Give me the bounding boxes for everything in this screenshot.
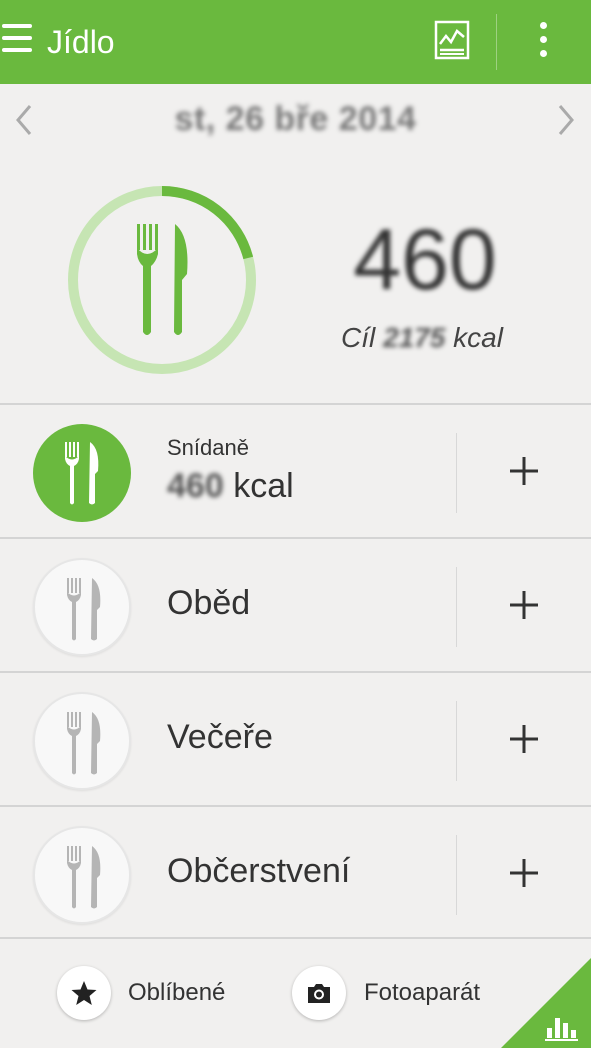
fork-knife-icon: [137, 224, 188, 335]
meal-row-dinner[interactable]: Večeře: [0, 671, 591, 805]
add-lunch-button[interactable]: [492, 569, 556, 641]
meal-avatar: [33, 692, 131, 790]
fork-knife-icon: [67, 712, 101, 775]
hamburger-menu-icon[interactable]: [2, 24, 32, 58]
row-divider: [456, 433, 457, 513]
goal-unit: kcal: [453, 322, 503, 353]
vertical-dots-icon[interactable]: [535, 22, 551, 62]
add-breakfast-button[interactable]: [492, 435, 556, 507]
plus-icon: [510, 725, 538, 753]
camera-button[interactable]: [292, 966, 346, 1020]
add-dinner-button[interactable]: [492, 703, 556, 775]
date-label: st, 26 bře 2014: [174, 100, 417, 138]
appbar-divider: [496, 14, 497, 70]
fork-knife-icon: [67, 846, 101, 909]
date-navigation: st, 26 bře 2014: [0, 84, 591, 156]
chevron-right-icon[interactable]: [554, 102, 578, 138]
meal-kcal-unit: kcal: [233, 467, 294, 505]
camera-icon: [308, 984, 330, 1003]
star-icon: [71, 981, 97, 1005]
meal-name: Večeře: [167, 718, 273, 756]
chart-report-icon[interactable]: [434, 20, 470, 60]
favorites-label[interactable]: Oblíbené: [128, 979, 225, 1007]
meal-name: Snídaně: [167, 435, 249, 460]
app-title: Jídlo: [47, 24, 115, 60]
plus-icon: [510, 591, 538, 619]
fork-knife-icon: [67, 578, 101, 641]
meal-avatar: [33, 424, 131, 522]
goal-label: Cíl 2175 kcal: [300, 322, 544, 354]
plus-icon: [510, 457, 538, 485]
meal-row-lunch[interactable]: Oběd: [0, 537, 591, 671]
add-snack-button[interactable]: [492, 837, 556, 909]
row-divider: [456, 701, 457, 781]
goal-value: 2175: [383, 322, 446, 353]
meal-name: Oběd: [167, 584, 251, 622]
meal-avatar: [33, 826, 131, 924]
meal-row-snack[interactable]: Občerstvení: [0, 805, 591, 939]
meal-kcal-value: 460: [167, 467, 224, 505]
app-bar: Jídlo: [0, 0, 591, 84]
camera-label[interactable]: Fotoaparát: [364, 979, 480, 1007]
meal-name: Občerstvení: [167, 852, 351, 890]
meal-avatar: [33, 558, 131, 656]
plus-icon: [510, 859, 538, 887]
row-divider: [456, 835, 457, 915]
meal-kcal: 460 kcal: [167, 467, 294, 506]
meal-row-breakfast[interactable]: Snídaně 460 kcal: [0, 403, 591, 537]
consumed-kcal: 460: [353, 212, 497, 308]
fork-knife-icon: [65, 442, 99, 505]
goal-prefix: Cíl: [341, 322, 376, 353]
bar-chart-icon[interactable]: [501, 958, 591, 1048]
meal-list: Snídaně 460 kcal Oběd Večeře Občerstvení: [0, 403, 591, 939]
favorites-button[interactable]: [57, 966, 111, 1020]
row-divider: [456, 567, 457, 647]
